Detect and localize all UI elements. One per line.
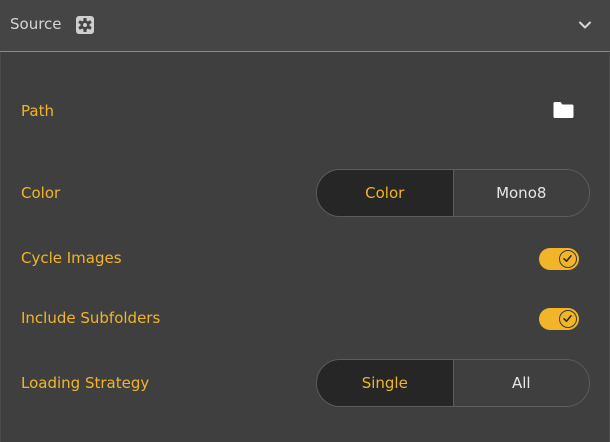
loading-option-all[interactable]: All (452, 360, 589, 406)
chevron-down-icon[interactable] (578, 18, 592, 32)
color-option-mono8[interactable]: Mono8 (452, 170, 589, 216)
color-option-color[interactable]: Color (317, 170, 453, 216)
color-label: Color (21, 184, 61, 202)
toggle-knob (559, 250, 577, 268)
panel-header[interactable]: Source (0, 0, 610, 52)
panel-title: Source (10, 15, 62, 33)
cycle-images-label: Cycle Images (21, 249, 122, 267)
checkmark-icon (563, 254, 572, 262)
loading-option-single[interactable]: Single (317, 360, 453, 406)
source-panel: Source Path Color Color Mono8 Cycle Imag… (0, 0, 610, 442)
loading-strategy-label: Loading Strategy (21, 374, 150, 392)
toggle-knob (559, 310, 577, 328)
path-label: Path (21, 102, 54, 120)
folder-icon[interactable] (552, 101, 575, 119)
cycle-images-toggle[interactable] (539, 248, 579, 270)
checkmark-icon (563, 314, 572, 322)
color-mode-selector: Color Mono8 (316, 169, 590, 217)
include-subfolders-label: Include Subfolders (21, 309, 161, 327)
gear-icon[interactable] (75, 15, 95, 35)
include-subfolders-toggle[interactable] (539, 308, 579, 330)
loading-strategy-selector: Single All (316, 359, 590, 407)
